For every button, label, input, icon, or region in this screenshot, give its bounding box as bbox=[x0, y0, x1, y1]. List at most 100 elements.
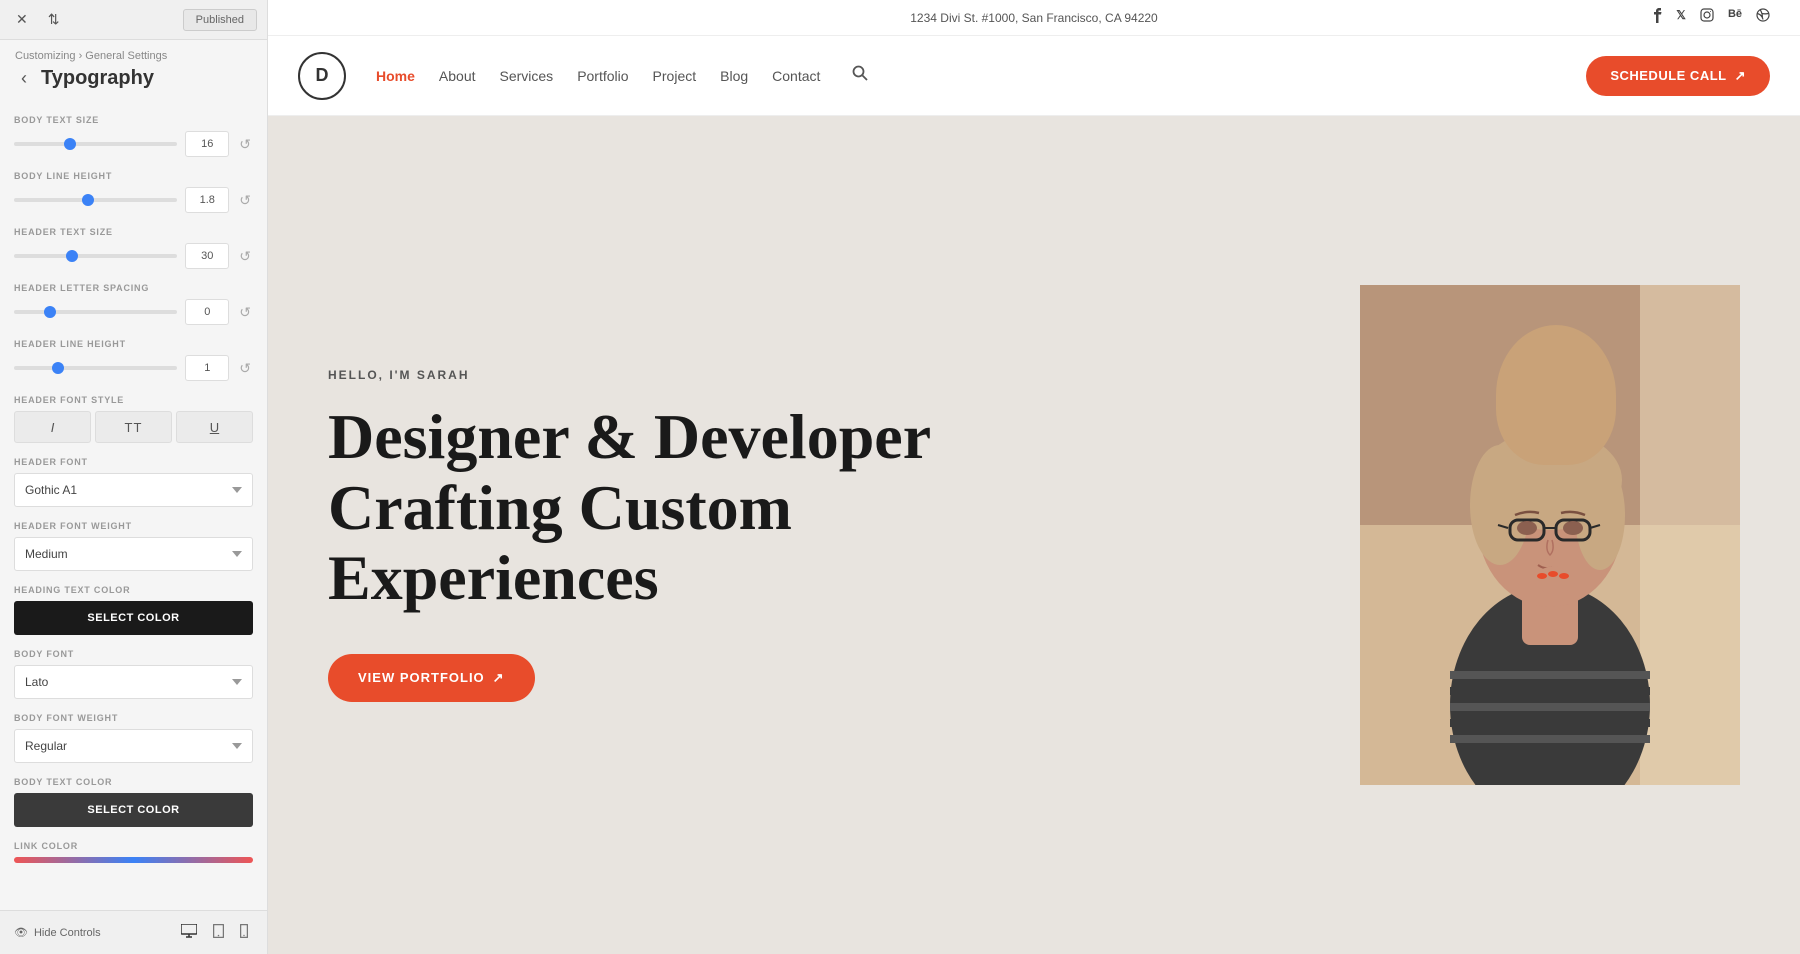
instagram-icon[interactable] bbox=[1700, 8, 1714, 26]
header-text-size-input[interactable] bbox=[185, 243, 229, 269]
link-color-label: LINK COLOR bbox=[14, 841, 253, 851]
hero-cta-icon: ↗ bbox=[493, 670, 505, 686]
header-font-group: HEADER FONT Gothic A1 Roboto Open Sans L… bbox=[14, 457, 253, 507]
swap-button[interactable]: ⇅ bbox=[42, 7, 66, 32]
body-text-color-label: BODY TEXT COLOR bbox=[14, 777, 253, 787]
site-address: 1234 Divi St. #1000, San Francisco, CA 9… bbox=[910, 11, 1157, 25]
header-line-height-reset[interactable]: ↺ bbox=[237, 360, 253, 377]
hero-image bbox=[1360, 285, 1740, 785]
social-icons: 𝕏 Bē bbox=[1654, 8, 1770, 26]
facebook-icon[interactable] bbox=[1654, 8, 1662, 26]
panel-title-row: ‹ Typography bbox=[0, 66, 267, 103]
desktop-view-button[interactable] bbox=[176, 921, 202, 944]
body-text-size-reset[interactable]: ↺ bbox=[237, 136, 253, 153]
body-text-size-slider[interactable] bbox=[14, 142, 177, 146]
italic-button[interactable]: I bbox=[14, 411, 91, 443]
header-font-style-group: HEADER FONT STYLE I TT U bbox=[14, 395, 253, 443]
panel-top-icons: ✕ ⇅ bbox=[10, 7, 65, 32]
site-topbar: 1234 Divi St. #1000, San Francisco, CA 9… bbox=[268, 0, 1800, 36]
schedule-call-button[interactable]: SCHEDULE CALL ↗ bbox=[1586, 56, 1770, 96]
hero-cta-label: VIEW PORTFOLIO bbox=[358, 670, 485, 685]
back-button[interactable]: ‹ bbox=[15, 66, 33, 91]
hide-controls-button[interactable]: 👁 Hide Controls bbox=[14, 926, 101, 939]
hero-title-line3: Experiences bbox=[328, 542, 659, 613]
left-panel: ✕ ⇅ Published Customizing › General Sett… bbox=[0, 0, 268, 954]
hero-cta-button[interactable]: VIEW PORTFOLIO ↗ bbox=[328, 654, 535, 702]
body-text-size-input[interactable] bbox=[185, 131, 229, 157]
font-style-buttons: I TT U bbox=[14, 411, 253, 443]
header-line-height-label: HEADER LINE HEIGHT bbox=[14, 339, 253, 349]
nav-contact[interactable]: Contact bbox=[772, 68, 820, 84]
body-line-height-row: ↺ bbox=[14, 187, 253, 213]
eye-icon: 👁 bbox=[14, 926, 28, 939]
header-text-size-label: HEADER TEXT SIZE bbox=[14, 227, 253, 237]
header-text-size-group: HEADER TEXT SIZE ↺ bbox=[14, 227, 253, 269]
breadcrumb: Customizing › General Settings bbox=[0, 40, 267, 66]
hero-text: HELLO, I'M SARAH Designer & Developer Cr… bbox=[328, 368, 1360, 701]
nav-home[interactable]: Home bbox=[376, 68, 415, 84]
header-line-height-row: ↺ bbox=[14, 355, 253, 381]
hero-title-line2: Crafting Custom bbox=[328, 472, 792, 543]
right-panel: 1234 Divi St. #1000, San Francisco, CA 9… bbox=[268, 0, 1800, 954]
mobile-view-button[interactable] bbox=[235, 921, 253, 944]
hero-section: HELLO, I'M SARAH Designer & Developer Cr… bbox=[268, 116, 1800, 954]
panel-content: BODY TEXT SIZE ↺ BODY LINE HEIGHT ↺ HEAD… bbox=[0, 103, 267, 910]
behance-icon[interactable]: Bē bbox=[1728, 8, 1742, 26]
header-text-size-slider[interactable] bbox=[14, 254, 177, 258]
header-line-height-input[interactable] bbox=[185, 355, 229, 381]
dribbble-icon[interactable] bbox=[1756, 8, 1770, 26]
nav-portfolio[interactable]: Portfolio bbox=[577, 68, 628, 84]
body-line-height-reset[interactable]: ↺ bbox=[237, 192, 253, 209]
underline-button[interactable]: U bbox=[176, 411, 253, 443]
header-line-height-slider[interactable] bbox=[14, 366, 177, 370]
heading-text-color-button[interactable]: Select Color bbox=[14, 601, 253, 635]
header-font-weight-label: HEADER FONT WEIGHT bbox=[14, 521, 253, 531]
twitter-icon[interactable]: 𝕏 bbox=[1676, 8, 1686, 26]
header-letter-spacing-input[interactable] bbox=[185, 299, 229, 325]
close-button[interactable]: ✕ bbox=[10, 7, 34, 32]
site-logo: D bbox=[298, 52, 346, 100]
header-letter-spacing-reset[interactable]: ↺ bbox=[237, 304, 253, 321]
body-text-color-button[interactable]: Select Color bbox=[14, 793, 253, 827]
hide-controls-label: Hide Controls bbox=[34, 927, 101, 939]
header-font-weight-group: HEADER FONT WEIGHT Thin Light Regular Me… bbox=[14, 521, 253, 571]
body-text-color-group: BODY TEXT COLOR Select Color bbox=[14, 777, 253, 827]
hero-subtitle: HELLO, I'M SARAH bbox=[328, 368, 1320, 382]
view-icons bbox=[176, 921, 253, 944]
hero-title: Designer & Developer Crafting Custom Exp… bbox=[328, 402, 1320, 613]
nav-project[interactable]: Project bbox=[653, 68, 697, 84]
site-navbar: D Home About Services Portfolio Project … bbox=[268, 36, 1800, 116]
body-font-select[interactable]: Lato Roboto Open Sans Arial Georgia bbox=[14, 665, 253, 699]
header-font-weight-select[interactable]: Thin Light Regular Medium Bold Extra Bol… bbox=[14, 537, 253, 571]
body-text-size-label: BODY TEXT SIZE bbox=[14, 115, 253, 125]
link-color-bar[interactable] bbox=[14, 857, 253, 863]
published-badge[interactable]: Published bbox=[183, 9, 257, 31]
nav-blog[interactable]: Blog bbox=[720, 68, 748, 84]
breadcrumb-text: Customizing › General Settings bbox=[15, 50, 167, 62]
caps-button[interactable]: TT bbox=[95, 411, 172, 443]
nav-about[interactable]: About bbox=[439, 68, 476, 84]
body-font-group: BODY FONT Lato Roboto Open Sans Arial Ge… bbox=[14, 649, 253, 699]
heading-text-color-label: HEADING TEXT COLOR bbox=[14, 585, 253, 595]
link-color-group: LINK COLOR bbox=[14, 841, 253, 863]
header-font-label: HEADER FONT bbox=[14, 457, 253, 467]
body-font-weight-select[interactable]: Thin Light Regular Medium Bold bbox=[14, 729, 253, 763]
body-line-height-input[interactable] bbox=[185, 187, 229, 213]
header-letter-spacing-slider[interactable] bbox=[14, 310, 177, 314]
header-line-height-group: HEADER LINE HEIGHT ↺ bbox=[14, 339, 253, 381]
body-text-size-row: ↺ bbox=[14, 131, 253, 157]
header-font-select[interactable]: Gothic A1 Roboto Open Sans Lato Montserr… bbox=[14, 473, 253, 507]
body-line-height-group: BODY LINE HEIGHT ↺ bbox=[14, 171, 253, 213]
nav-services[interactable]: Services bbox=[500, 68, 554, 84]
body-font-weight-label: BODY FONT WEIGHT bbox=[14, 713, 253, 723]
body-line-height-slider[interactable] bbox=[14, 198, 177, 202]
header-text-size-row: ↺ bbox=[14, 243, 253, 269]
site-nav: Home About Services Portfolio Project Bl… bbox=[376, 65, 868, 86]
body-font-weight-group: BODY FONT WEIGHT Thin Light Regular Medi… bbox=[14, 713, 253, 763]
panel-top-bar: ✕ ⇅ Published bbox=[0, 0, 267, 40]
hero-title-line1: Designer & Developer bbox=[328, 401, 931, 472]
tablet-view-button[interactable] bbox=[208, 921, 229, 944]
search-icon[interactable] bbox=[852, 65, 868, 86]
header-letter-spacing-row: ↺ bbox=[14, 299, 253, 325]
header-text-size-reset[interactable]: ↺ bbox=[237, 248, 253, 265]
